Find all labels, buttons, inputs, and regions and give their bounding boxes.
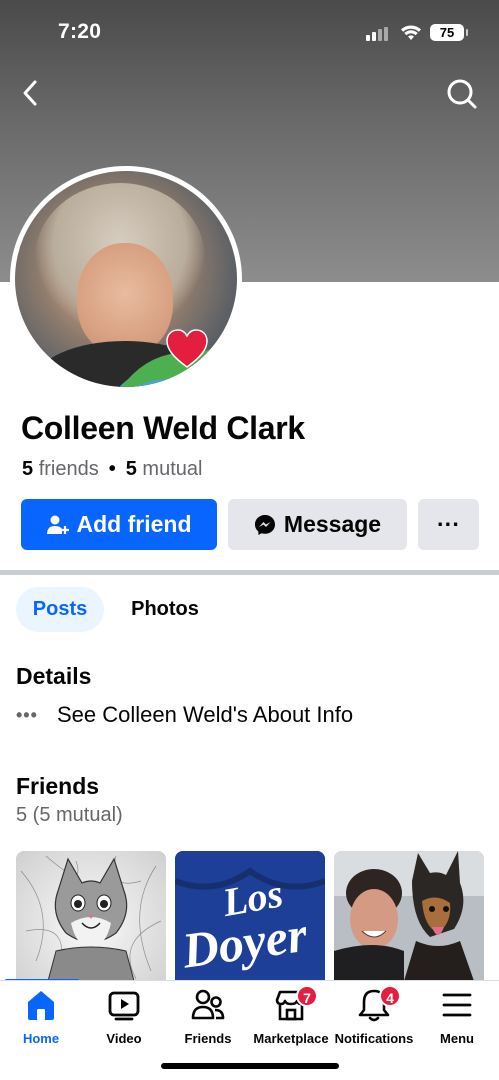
cellular-signal-icon [366, 27, 392, 41]
status-time: 7:20 [58, 20, 102, 43]
friend-thumbnail[interactable] [334, 851, 484, 981]
friend-counts[interactable]: 5 friends • 5 mutual [22, 458, 202, 481]
nav-friends[interactable]: Friends [163, 988, 253, 1050]
mutual-count: 5 [125, 458, 137, 480]
home-indicator [161, 1063, 339, 1069]
bell-icon: 4 [357, 985, 401, 1022]
friend-thumbnail[interactable]: Los Doyer [175, 851, 325, 981]
add-friend-label: Add friend [76, 511, 192, 537]
nav-home[interactable]: Home [0, 988, 86, 1050]
nav-home-label: Home [22, 1031, 60, 1046]
message-button[interactable]: Message [228, 499, 407, 550]
nav-marketplace[interactable]: 7 Marketplace [246, 985, 336, 1050]
nav-video[interactable]: Video [79, 988, 169, 1050]
battery-indicator: 75 [430, 24, 468, 41]
nav-friends-label: Friends [184, 1031, 232, 1046]
marketplace-icon: 7 [274, 985, 318, 1022]
details-heading: Details [16, 663, 92, 689]
status-bar: 7:20 75 [0, 0, 499, 66]
avatar [15, 171, 237, 387]
ellipsis-icon: ••• [16, 704, 38, 725]
profile-picture[interactable] [10, 166, 242, 392]
mutual-label: mutual [142, 458, 203, 480]
profile-name: Colleen Weld Clark [21, 410, 305, 446]
nav-notifications[interactable]: 4 Notifications [329, 985, 419, 1050]
marketplace-badge: 7 [296, 985, 318, 1007]
add-friend-button[interactable]: Add friend [21, 499, 217, 550]
friends-subtitle: 5 (5 mutual) [16, 804, 123, 826]
man-with-dog-image [334, 851, 484, 981]
menu-icon [440, 988, 474, 1022]
about-info-label: See Colleen Weld's About Info [57, 702, 354, 727]
friends-label: friends [38, 458, 99, 480]
message-label: Message [283, 511, 382, 537]
about-info-link[interactable]: ••• See Colleen Weld's About Info [16, 702, 353, 728]
wifi-icon [401, 25, 421, 40]
more-icon: ··· [437, 511, 460, 537]
nav-video-label: Video [106, 1031, 142, 1046]
back-icon[interactable] [16, 78, 46, 108]
dodgers-jersey-image: Los Doyer [175, 851, 325, 981]
messenger-icon [254, 514, 275, 535]
nav-marketplace-label: Marketplace [253, 1031, 329, 1046]
notifications-badge: 4 [379, 985, 401, 1007]
nav-notifications-label: Notifications [334, 1031, 414, 1046]
tab-photos[interactable]: Photos [116, 587, 214, 632]
home-icon [24, 988, 58, 1022]
friends-count: 5 [22, 458, 34, 480]
section-divider [0, 570, 499, 575]
cat-illustration [20, 855, 162, 981]
friends-heading: Friends [16, 773, 100, 799]
tab-posts[interactable]: Posts [16, 587, 104, 632]
heart-icon [166, 329, 208, 368]
more-options-button[interactable]: ··· [418, 499, 479, 550]
nav-menu-label: Menu [440, 1031, 474, 1046]
friends-icon [191, 988, 225, 1022]
video-icon [107, 988, 141, 1022]
friend-thumbnail[interactable] [16, 851, 166, 981]
add-person-icon [46, 515, 69, 534]
search-icon[interactable] [446, 78, 478, 110]
nav-menu[interactable]: Menu [412, 988, 499, 1050]
